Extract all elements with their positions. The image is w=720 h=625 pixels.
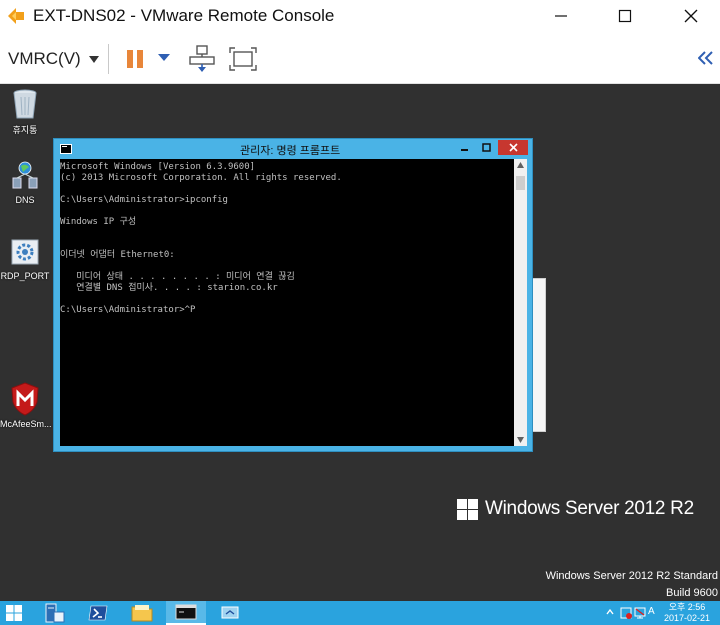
clock-time: 오후 2:56 — [668, 602, 706, 612]
build-watermark: Build 9600 — [666, 587, 718, 599]
desktop-icon-rdp-port[interactable]: RDP_PORT — [0, 238, 50, 281]
command-prompt-window[interactable]: 관리자: 명령 프롬프트 Microsoft Windows [Version … — [53, 138, 533, 452]
close-icon — [508, 143, 518, 152]
cmd-minimize-button[interactable] — [454, 140, 475, 155]
desktop-icon-mcafee[interactable]: McAfeeSm... — [0, 382, 52, 429]
taskbar-command-prompt[interactable] — [166, 601, 206, 625]
send-ctrl-alt-del-button[interactable] — [188, 44, 216, 74]
console-line: Windows IP 구성 — [60, 217, 137, 227]
fullscreen-button[interactable] — [228, 46, 258, 72]
start-button[interactable] — [0, 601, 28, 625]
power-options-dropdown[interactable] — [156, 52, 172, 64]
vmrc-app-icon — [6, 4, 28, 28]
fullscreen-icon — [229, 47, 257, 71]
maximize-button[interactable] — [602, 0, 648, 32]
console-line: 이더넷 어댑터 Ethernet0: — [60, 250, 175, 260]
taskbar-clock[interactable]: 오후 2:56 2017-02-21 — [664, 602, 710, 624]
window-titlebar: EXT-DNS02 - VMware Remote Console — [0, 0, 720, 32]
maximize-icon — [482, 143, 491, 152]
cmd-maximize-button[interactable] — [476, 140, 497, 155]
cmd-console-output[interactable]: Microsoft Windows [Version 6.3.9600] (c)… — [60, 159, 514, 446]
remote-desktop-icon — [221, 606, 239, 619]
minimize-icon — [555, 15, 567, 17]
vmrc-menu-button[interactable]: VMRC(V) — [8, 49, 99, 69]
cmd-close-button[interactable] — [498, 140, 528, 155]
vmrc-toolbar: VMRC(V) — [0, 32, 720, 84]
mcafee-shield-icon — [11, 382, 39, 416]
pause-button[interactable] — [122, 46, 148, 72]
desktop-icon-dns[interactable]: DNS — [0, 160, 50, 205]
action-center-icon[interactable] — [620, 607, 632, 619]
console-line: Microsoft Windows [Version 6.3.9600] — [60, 162, 256, 172]
scroll-up-arrow-icon[interactable] — [517, 162, 524, 168]
network-icon[interactable] — [634, 607, 646, 619]
chevron-down-icon — [158, 54, 170, 61]
taskbar-file-explorer[interactable] — [124, 601, 160, 625]
network-devices-icon — [189, 45, 215, 72]
close-button[interactable] — [668, 0, 714, 32]
windows-brand-text: Windows Server 2012 R2 — [485, 498, 694, 519]
taskbar-powershell[interactable] — [80, 601, 116, 625]
console-line: C:\Users\Administrator>ipconfig — [60, 195, 228, 205]
maximize-icon — [618, 9, 632, 23]
close-icon — [684, 9, 698, 23]
taskbar: A 오후 2:56 2017-02-21 — [0, 601, 720, 625]
recycle-bin-icon — [13, 89, 37, 119]
toolbar-divider — [108, 44, 109, 74]
desktop-icon-label: 휴지통 — [12, 125, 38, 135]
tray-overflow-icon[interactable] — [606, 607, 614, 617]
taskbar-server-manager[interactable] — [36, 601, 72, 625]
console-line: 연결별 DNS 접미사. . . . : starion.co.kr — [60, 283, 278, 293]
edition-watermark: Windows Server 2012 R2 Standard — [545, 570, 718, 582]
desktop-icon-label: RDP_PORT — [0, 271, 50, 281]
dns-manager-icon — [12, 161, 38, 189]
remote-desktop[interactable]: 휴지통 DNS RDP_PORT McAfeeSm... 관리자: 명령 프롬프… — [0, 84, 720, 601]
chevron-down-icon — [88, 55, 99, 63]
console-line: (c) 2013 Microsoft Corporation. All righ… — [60, 173, 342, 183]
window-title: EXT-DNS02 - VMware Remote Console — [33, 6, 335, 25]
vmrc-menu-label: VMRC(V) — [8, 49, 81, 68]
server-manager-icon — [45, 603, 65, 623]
double-chevron-left-icon — [698, 51, 713, 65]
taskbar-remote-desktop[interactable] — [212, 601, 248, 625]
clock-date: 2017-02-21 — [663, 613, 710, 623]
console-line: 미디어 상태 . . . . . . . . : 미디어 연결 끊김 — [60, 272, 295, 282]
library-toggle-button[interactable] — [696, 48, 716, 68]
folder-icon — [131, 605, 153, 622]
powershell-icon — [88, 605, 108, 621]
cmd-titlebar[interactable]: 관리자: 명령 프롬프트 — [54, 139, 532, 159]
windows-logo-icon — [457, 498, 478, 520]
desktop-icon-label: McAfeeSm... — [0, 419, 52, 429]
cmd-icon — [175, 604, 197, 620]
pause-icon — [127, 50, 143, 68]
ime-indicator[interactable]: A — [648, 606, 655, 617]
cmd-scrollbar[interactable] — [514, 159, 527, 446]
cmd-title: 관리자: 명령 프롬프트 — [240, 145, 341, 157]
scroll-down-arrow-icon[interactable] — [517, 437, 524, 443]
minimize-icon — [461, 149, 468, 151]
scrollbar-thumb[interactable] — [516, 176, 525, 190]
console-line: C:\Users\Administrator>^P — [60, 305, 196, 315]
windows-server-brand: Windows Server 2012 R2 — [457, 498, 694, 520]
minimize-button[interactable] — [538, 0, 584, 32]
desktop-icon-label: DNS — [15, 195, 35, 205]
cmd-icon — [60, 144, 72, 154]
desktop-icon-recycle-bin[interactable]: 휴지통 — [0, 88, 50, 136]
windows-logo-icon — [6, 605, 22, 621]
settings-file-icon — [11, 239, 39, 265]
